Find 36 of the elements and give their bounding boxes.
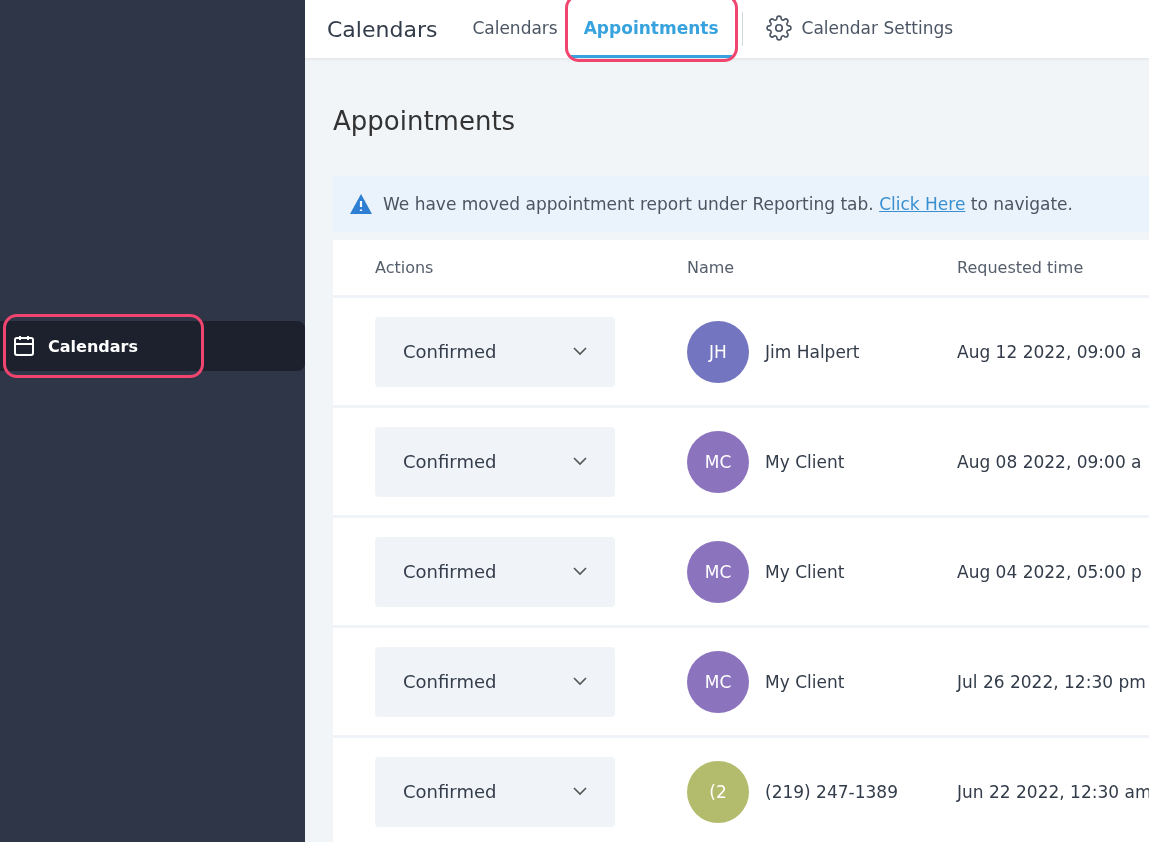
requested-time: Aug 08 2022, 09:00 a: [957, 451, 1143, 472]
nav-tab[interactable]: Calendar Settings: [752, 0, 967, 58]
notice-text: We have moved appointment report under Reporting tab. Click Here to navigate.: [383, 194, 1073, 214]
page-header-title: Calendars: [327, 16, 438, 42]
sidebar-item[interactable]: Calendars: [0, 321, 305, 371]
status-dropdown[interactable]: Confirmed: [375, 316, 615, 387]
requested-time: Aug 04 2022, 05:00 p: [957, 561, 1143, 582]
status-dropdown[interactable]: Confirmed: [375, 756, 615, 827]
chevron-down-icon: [573, 787, 587, 796]
chevron-down-icon: [573, 567, 587, 576]
client-name: My Client: [765, 561, 845, 582]
client-name: Jim Halpert: [765, 341, 860, 362]
avatar: JH: [687, 320, 749, 383]
avatar: MC: [687, 650, 749, 713]
calendar-icon: [12, 334, 36, 358]
settings-icon: [765, 14, 792, 41]
chevron-down-icon: [573, 457, 587, 466]
client-name: (219) 247-1389: [765, 781, 898, 802]
status-dropdown[interactable]: Confirmed: [375, 646, 615, 717]
requested-time: Jul 26 2022, 12:30 pm: [957, 671, 1147, 692]
status-dropdown[interactable]: Confirmed: [375, 426, 615, 497]
column-header: Name: [687, 258, 736, 277]
chevron-down-icon: [573, 677, 587, 686]
nav-tab[interactable]: Calendars: [459, 0, 571, 58]
client-name: My Client: [765, 451, 845, 472]
avatar: MC: [687, 430, 749, 493]
requested-time: Aug 12 2022, 09:00 a: [957, 341, 1143, 362]
avatar: (2: [687, 760, 749, 823]
warning-icon: [349, 193, 373, 215]
chevron-down-icon: [573, 347, 587, 356]
client-name: My Client: [765, 671, 845, 692]
column-header: Requested time: [957, 258, 1085, 277]
column-header: Actions: [375, 258, 435, 277]
page-title: Appointments: [333, 106, 517, 136]
avatar: MC: [687, 540, 749, 603]
status-dropdown[interactable]: Confirmed: [375, 536, 615, 607]
